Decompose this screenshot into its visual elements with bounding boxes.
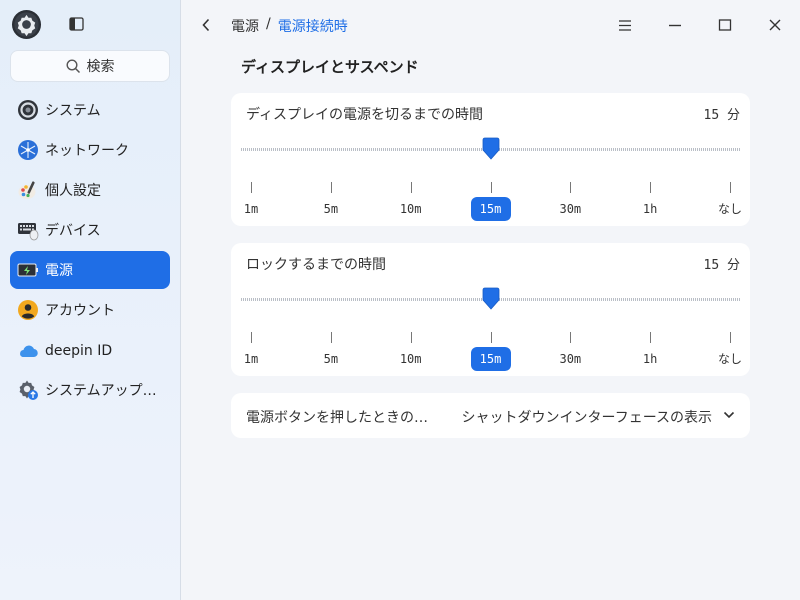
power-button-label: 電源ボタンを押したときの… bbox=[246, 410, 428, 426]
slider-tick-label[interactable]: なし bbox=[708, 347, 752, 371]
slider-tick bbox=[251, 332, 252, 343]
chevron-left-icon bbox=[202, 18, 210, 32]
search-placeholder: 検索 bbox=[86, 59, 115, 75]
devices-icon bbox=[18, 223, 39, 241]
slider-tick-label[interactable]: 10m bbox=[389, 347, 433, 371]
back-button[interactable] bbox=[198, 15, 214, 35]
slider-tick-label[interactable]: 10m bbox=[389, 197, 433, 221]
search-input[interactable]: 検索 bbox=[10, 50, 170, 82]
sidebar-item-network[interactable]: ネットワーク bbox=[10, 131, 170, 169]
display-off-card: ディスプレイの電源を切るまでの時間 15 分 1m 5m 10m 15m 30m 1h なし bbox=[231, 93, 750, 226]
sidebar-item-power[interactable]: 電源 bbox=[10, 251, 170, 289]
slider-tick bbox=[730, 182, 731, 193]
breadcrumb-parent[interactable]: 電源 bbox=[231, 16, 259, 36]
lock-value: 15 分 bbox=[703, 258, 740, 273]
sidebar-item-devices[interactable]: デバイス bbox=[10, 211, 170, 249]
slider-tick bbox=[490, 332, 492, 343]
maximize-button[interactable] bbox=[715, 15, 735, 35]
slider-tick-label[interactable]: 15m bbox=[470, 197, 511, 221]
breadcrumb-separator: / bbox=[266, 16, 271, 32]
slider-tick-label[interactable]: 1h bbox=[628, 347, 672, 371]
sidebar-item-deepin-id[interactable]: deepin ID bbox=[10, 332, 170, 370]
slider-tick bbox=[650, 182, 652, 193]
maximize-icon bbox=[718, 19, 732, 31]
slider-tick bbox=[251, 182, 252, 193]
slider-tick bbox=[410, 182, 412, 193]
display-off-value: 15 分 bbox=[703, 108, 740, 123]
lock-card: ロックするまでの時間 15 分 1m 5m 10m 15m 30m 1h なし bbox=[231, 243, 750, 376]
slider-tick-label[interactable]: 30m bbox=[548, 347, 592, 371]
update-icon bbox=[19, 380, 38, 400]
slider-tick-label[interactable]: 30m bbox=[548, 197, 592, 221]
display-off-label: ディスプレイの電源を切るまでの時間 bbox=[246, 107, 484, 123]
sidebar-item-label: システム bbox=[45, 103, 101, 119]
section-title: ディスプレイとサスペンド bbox=[241, 58, 419, 76]
slider-tick bbox=[570, 182, 572, 193]
sidebar-item-label: アカウント bbox=[45, 303, 115, 319]
slider-tick-label[interactable]: なし bbox=[708, 197, 752, 221]
sidebar-item-label: deepin ID bbox=[45, 343, 113, 359]
slider-tick bbox=[330, 182, 332, 193]
slider-tick bbox=[330, 332, 332, 343]
minimize-button[interactable] bbox=[665, 15, 685, 35]
sidebar-item-account[interactable]: アカウント bbox=[10, 291, 170, 329]
sidebar-item-label: デバイス bbox=[45, 223, 101, 239]
display-off-slider-thumb[interactable] bbox=[481, 137, 501, 161]
settings-app-icon[interactable] bbox=[11, 9, 42, 40]
cloud-icon bbox=[20, 345, 38, 358]
main-content: 電源 / 電源接続時 ディスプレイとサスペンド ディスプレイの電源を切るまでの時… bbox=[181, 0, 800, 600]
slider-tick-label[interactable]: 5m bbox=[309, 347, 353, 371]
slider-tick bbox=[410, 332, 412, 343]
slider-tick-label[interactable]: 1m bbox=[229, 347, 273, 371]
breadcrumb-current: 電源接続時 bbox=[277, 19, 348, 35]
sidebar-item-label: 電源 bbox=[45, 263, 73, 279]
chevron-down-icon[interactable] bbox=[722, 409, 736, 421]
sidebar-item-system[interactable]: システム bbox=[10, 91, 170, 129]
personalization-icon bbox=[18, 181, 36, 199]
sidebar-item-label: ネットワーク bbox=[45, 143, 129, 159]
minimize-icon bbox=[669, 24, 681, 27]
sidebar-item-label: システムアップデート bbox=[45, 383, 163, 399]
sidebar-item-label: 個人設定 bbox=[45, 183, 101, 199]
sidebar: 検索 システム ネットワーク 個人設定 デバイス 電源 アカウント deepin… bbox=[0, 0, 181, 600]
hamburger-menu-icon bbox=[619, 19, 631, 31]
sidebar-item-system-update[interactable]: システムアップデート bbox=[10, 371, 170, 409]
network-icon bbox=[18, 140, 38, 160]
search-icon bbox=[65, 58, 80, 73]
slider-tick-label[interactable]: 1h bbox=[628, 197, 672, 221]
slider-tick bbox=[650, 332, 652, 343]
power-icon bbox=[17, 263, 38, 277]
sidebar-item-personalization[interactable]: 個人設定 bbox=[10, 171, 170, 209]
power-button-row: 電源ボタンを押したときの… シャットダウンインターフェースの表示 bbox=[231, 393, 750, 438]
slider-tick bbox=[490, 182, 492, 193]
slider-tick-label[interactable]: 5m bbox=[309, 197, 353, 221]
slider-tick-label[interactable]: 1m bbox=[229, 197, 273, 221]
slider-tick bbox=[730, 332, 731, 343]
close-button[interactable] bbox=[765, 15, 785, 35]
system-icon bbox=[18, 100, 38, 120]
account-icon bbox=[18, 300, 38, 320]
lock-slider-thumb[interactable] bbox=[481, 287, 501, 311]
slider-tick-label[interactable]: 15m bbox=[470, 347, 511, 371]
menu-button[interactable] bbox=[615, 15, 635, 35]
lock-label: ロックするまでの時間 bbox=[246, 257, 386, 273]
breadcrumb: 電源 / 電源接続時 bbox=[231, 16, 348, 36]
slider-tick bbox=[570, 332, 572, 343]
sidebar-toggle-icon[interactable] bbox=[69, 17, 84, 31]
close-icon bbox=[769, 19, 781, 31]
power-button-select[interactable]: シャットダウンインターフェースの表示 bbox=[462, 407, 712, 427]
